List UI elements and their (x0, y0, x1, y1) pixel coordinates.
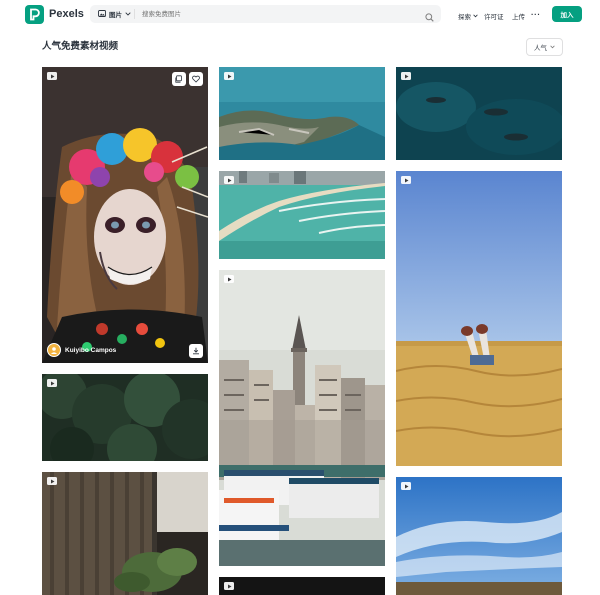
video-thumbnail (219, 171, 385, 259)
chevron-down-icon (125, 11, 131, 18)
video-play-icon (401, 72, 411, 80)
top-navbar: Pexels 图片 探索 许可证 上传 ··· 加入 (0, 0, 600, 30)
video-play-icon (224, 275, 234, 283)
heart-icon (192, 70, 200, 88)
nav-explore[interactable]: 探索 (458, 11, 478, 21)
video-play-icon (47, 72, 57, 80)
collection-icon (175, 70, 183, 88)
video-play-icon (401, 176, 411, 184)
video-play-icon (47, 379, 57, 387)
search-divider (134, 9, 135, 19)
video-thumbnail (42, 67, 208, 363)
search-type-label: 图片 (109, 12, 122, 19)
video-play-icon (47, 477, 57, 485)
tile-actions (172, 72, 203, 86)
video-tile[interactable] (396, 477, 562, 595)
download-button[interactable] (189, 344, 203, 358)
video-thumbnail (42, 374, 208, 461)
sort-dropdown[interactable]: 人气 (526, 38, 563, 56)
video-thumbnail (42, 472, 208, 595)
brand-name[interactable]: Pexels (49, 8, 84, 20)
like-button[interactable] (189, 72, 203, 86)
video-play-icon (224, 582, 234, 590)
video-thumbnail (396, 67, 562, 160)
download-icon (192, 342, 200, 360)
search-input[interactable] (142, 8, 402, 20)
chevron-down-icon (550, 44, 555, 51)
search-icon[interactable] (425, 9, 434, 27)
pexels-logo-icon[interactable] (25, 5, 44, 24)
nav-explore-label: 探索 (458, 14, 471, 21)
video-thumbnail (219, 67, 385, 160)
avatar (47, 343, 61, 357)
nav-upload[interactable]: 上传 (512, 11, 525, 21)
join-button[interactable]: 加入 (552, 6, 582, 22)
author-link[interactable]: Kuiyibo Campos (47, 343, 116, 357)
video-thumbnail (219, 577, 385, 595)
video-tile[interactable]: Kuiyibo Campos (42, 67, 208, 363)
search-type-dropdown[interactable]: 图片 (98, 8, 131, 20)
video-tile[interactable] (42, 374, 208, 461)
video-play-icon (401, 482, 411, 490)
page-title: 人气免费素材视频 (42, 41, 119, 52)
image-icon (98, 9, 106, 19)
video-tile[interactable] (396, 67, 562, 160)
search-bar: 图片 (90, 5, 441, 23)
video-tile[interactable] (219, 577, 385, 595)
chevron-down-icon (473, 13, 478, 20)
video-tile[interactable] (396, 171, 562, 466)
video-tile[interactable] (42, 472, 208, 595)
more-menu-button[interactable]: ··· (531, 10, 541, 19)
video-tile[interactable] (219, 171, 385, 259)
video-play-icon (224, 72, 234, 80)
sort-label: 人气 (534, 45, 547, 52)
nav-license[interactable]: 许可证 (484, 11, 504, 21)
video-thumbnail (219, 270, 385, 566)
author-name: Kuiyibo Campos (65, 346, 117, 354)
video-tile[interactable] (219, 67, 385, 160)
video-tile[interactable] (219, 270, 385, 566)
collect-button[interactable] (172, 72, 186, 86)
video-play-icon (224, 176, 234, 184)
video-thumbnail (396, 171, 562, 466)
video-thumbnail (396, 477, 562, 595)
